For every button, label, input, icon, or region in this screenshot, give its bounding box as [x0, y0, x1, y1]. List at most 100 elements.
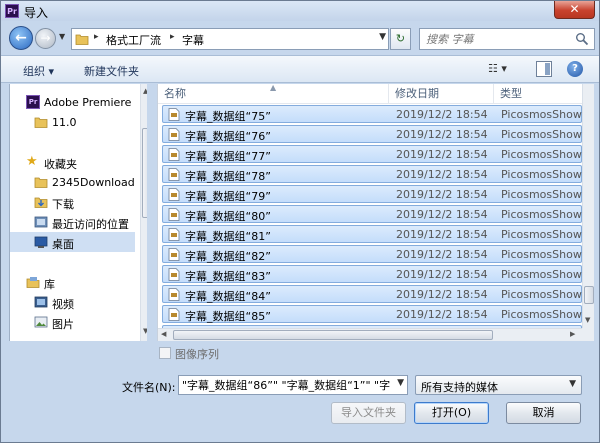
- refresh-icon: ↻: [395, 32, 406, 45]
- file-type: PicosmosShows: [501, 148, 583, 161]
- filename-combobox[interactable]: ▼: [178, 375, 408, 395]
- column-header-date[interactable]: 修改日期: [389, 84, 494, 104]
- chevron-down-icon[interactable]: ▼: [397, 378, 404, 388]
- navigation-pane: Pr Adobe Premiere 11.0 ★ 收藏夹 2345Downloa…: [9, 84, 147, 341]
- nav-item-2345downloads[interactable]: 2345Downloads: [10, 172, 135, 192]
- breadcrumb-separator: ▸: [94, 32, 99, 42]
- sort-ascending-icon: ▲: [270, 84, 277, 92]
- breadcrumb-separator: ▸: [170, 32, 175, 42]
- nav-item-recent-places[interactable]: 最近访问的位置: [10, 212, 135, 232]
- file-row[interactable]: 字幕_数据组“82” 2019/12/2 18:54 PicosmosShows: [162, 245, 583, 263]
- file-row[interactable]: 字幕_数据组“79” 2019/12/2 18:54 PicosmosShows: [162, 185, 583, 203]
- document-icon: [168, 308, 180, 321]
- refresh-button[interactable]: ↻: [390, 28, 411, 50]
- scrollbar-thumb[interactable]: [584, 286, 594, 304]
- scroll-up-icon[interactable]: ▲: [143, 87, 147, 95]
- open-button[interactable]: 打开(O): [414, 402, 489, 424]
- scroll-down-icon[interactable]: ▼: [143, 327, 147, 335]
- help-button[interactable]: ?: [567, 61, 583, 77]
- back-button[interactable]: ←: [9, 26, 33, 50]
- document-icon: [168, 208, 180, 221]
- file-date: 2019/12/2 18:54: [396, 128, 488, 141]
- nav-item-libraries[interactable]: 库: [10, 272, 135, 292]
- file-name: 字幕_数据组“78”: [185, 170, 271, 183]
- nav-item-label: 桌面: [52, 238, 74, 251]
- breadcrumb-item-1[interactable]: 格式工厂流: [106, 32, 161, 48]
- nav-item-label: 最近访问的位置: [52, 218, 129, 231]
- file-list-horizontal-scrollbar[interactable]: ◀ ▶: [158, 328, 582, 341]
- nav-item-premiere[interactable]: Pr Adobe Premiere: [10, 92, 135, 112]
- premiere-icon: Pr: [26, 95, 40, 109]
- breadcrumb-item-2[interactable]: 字幕: [182, 32, 204, 48]
- chevron-down-icon[interactable]: ▼: [379, 32, 386, 42]
- scrollbar-thumb[interactable]: [173, 330, 493, 340]
- star-icon: ★: [26, 154, 38, 169]
- file-name: 字幕_数据组“85”: [185, 310, 271, 323]
- image-sequence-label: 图像序列: [175, 348, 219, 361]
- file-list-vertical-scrollbar[interactable]: ▼: [582, 84, 594, 328]
- nav-item-label: Adobe Premiere: [44, 96, 132, 109]
- forward-button[interactable]: →: [35, 28, 56, 49]
- image-sequence-checkbox[interactable]: [159, 347, 171, 359]
- nav-item-favorites[interactable]: ★ 收藏夹: [10, 152, 135, 172]
- file-row[interactable]: 字幕_数据组“76” 2019/12/2 18:54 PicosmosShows: [162, 125, 583, 143]
- file-row[interactable]: 字幕_数据组“75” 2019/12/2 18:54 PicosmosShows: [162, 105, 583, 123]
- filename-input[interactable]: [182, 377, 390, 393]
- search-input[interactable]: [426, 31, 566, 47]
- file-row[interactable]: 字幕_数据组“77” 2019/12/2 18:54 PicosmosShows: [162, 145, 583, 163]
- history-dropdown-button[interactable]: ▼: [59, 32, 69, 46]
- new-folder-button[interactable]: 新建文件夹: [84, 63, 139, 79]
- nav-pane-scrollbar[interactable]: ▲ ▼: [140, 84, 147, 341]
- document-icon: [168, 248, 180, 261]
- cancel-button[interactable]: 取消: [506, 402, 581, 424]
- file-name: 字幕_数据组“76”: [185, 130, 271, 143]
- nav-item-videos[interactable]: 视频: [10, 292, 135, 312]
- search-icon[interactable]: [575, 32, 589, 46]
- scroll-right-icon[interactable]: ▶: [570, 330, 575, 338]
- file-row[interactable]: 字幕_数据组“83” 2019/12/2 18:54 PicosmosShows: [162, 265, 583, 283]
- document-icon: [168, 148, 180, 161]
- organize-button[interactable]: 组织 ▾: [23, 63, 54, 79]
- file-row[interactable]: 字幕_数据组“81” 2019/12/2 18:54 PicosmosShows: [162, 225, 583, 243]
- file-date: 2019/12/2 18:54: [396, 188, 488, 201]
- file-date: 2019/12/2 18:54: [396, 148, 488, 161]
- file-row[interactable]: 字幕_数据组“85” 2019/12/2 18:54 PicosmosShows: [162, 305, 583, 323]
- nav-item-label: 视频: [52, 298, 74, 311]
- title-bar[interactable]: Pr 导入 ✕: [1, 1, 599, 21]
- filetype-select[interactable]: 所有支持的媒体 ▼: [415, 375, 582, 395]
- nav-item-desktop[interactable]: 桌面: [10, 232, 135, 252]
- document-icon: [168, 288, 180, 301]
- nav-item-downloads[interactable]: 下载: [10, 192, 135, 212]
- file-type: PicosmosShows: [501, 188, 583, 201]
- nav-item-11-0[interactable]: 11.0: [10, 112, 135, 132]
- view-options-button[interactable]: ☷ ▾: [488, 62, 524, 78]
- document-icon: [168, 268, 180, 281]
- file-type: PicosmosShows: [501, 228, 583, 241]
- file-date: 2019/12/2 18:54: [396, 288, 488, 301]
- file-date: 2019/12/2 18:54: [396, 248, 488, 261]
- scroll-down-icon[interactable]: ▼: [585, 316, 590, 324]
- search-box[interactable]: [419, 28, 595, 50]
- scroll-left-icon[interactable]: ◀: [161, 330, 166, 338]
- file-date: 2019/12/2 18:54: [396, 268, 488, 281]
- column-header-type[interactable]: 类型: [494, 84, 582, 104]
- import-folder-button[interactable]: 导入文件夹: [331, 402, 406, 424]
- address-bar[interactable]: ▸ 格式工厂流 ▸ 字幕 ▼: [71, 28, 389, 50]
- nav-item-label: 收藏夹: [44, 158, 77, 171]
- file-date: 2019/12/2 18:54: [396, 108, 488, 121]
- recent-places-icon: [34, 216, 48, 228]
- column-headers: 名称 ▲ 修改日期 类型: [158, 84, 582, 104]
- nav-item-pictures[interactable]: 图片: [10, 312, 135, 332]
- file-type: PicosmosShows: [501, 108, 583, 121]
- file-type: PicosmosShows: [501, 248, 583, 261]
- preview-pane-button[interactable]: [536, 61, 552, 77]
- chevron-down-icon: ▼: [59, 32, 66, 41]
- nav-item-label: 下载: [52, 198, 74, 211]
- scrollbar-thumb[interactable]: [142, 128, 147, 218]
- file-name: 字幕_数据组“82”: [185, 250, 271, 263]
- file-row[interactable]: 字幕_数据组“78” 2019/12/2 18:54 PicosmosShows: [162, 165, 583, 183]
- file-row[interactable]: 字幕_数据组“80” 2019/12/2 18:54 PicosmosShows: [162, 205, 583, 223]
- close-button[interactable]: ✕: [554, 1, 595, 19]
- file-row[interactable]: 字幕_数据组“84” 2019/12/2 18:54 PicosmosShows: [162, 285, 583, 303]
- address-row: ← → ▼ ▸ 格式工厂流 ▸ 字幕 ▼ ↻: [1, 22, 599, 54]
